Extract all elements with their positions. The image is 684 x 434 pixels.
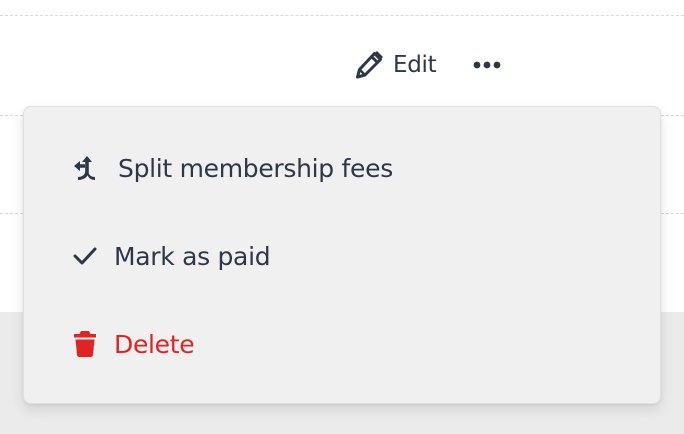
menu-item-label: Split membership fees	[118, 153, 393, 183]
menu-item-split-membership-fees[interactable]: Split membership fees	[24, 138, 660, 198]
edit-label: Edit	[393, 52, 437, 78]
ellipsis-horizontal-icon	[472, 61, 502, 69]
menu-item-mark-as-paid[interactable]: Mark as paid	[24, 226, 660, 286]
menu-item-delete[interactable]: Delete	[24, 314, 660, 374]
options-dropdown-menu: Split membership fees Mark as paid Delet…	[23, 106, 661, 404]
edit-button[interactable]: Edit	[353, 48, 437, 82]
more-options-button[interactable]	[470, 50, 504, 80]
menu-item-label: Mark as paid	[114, 241, 271, 271]
trash-icon	[73, 330, 97, 358]
pencil-icon	[353, 49, 385, 81]
split-arrows-icon	[72, 154, 102, 182]
menu-item-label: Delete	[114, 329, 195, 359]
row-divider	[0, 15, 684, 16]
check-icon	[72, 245, 98, 267]
